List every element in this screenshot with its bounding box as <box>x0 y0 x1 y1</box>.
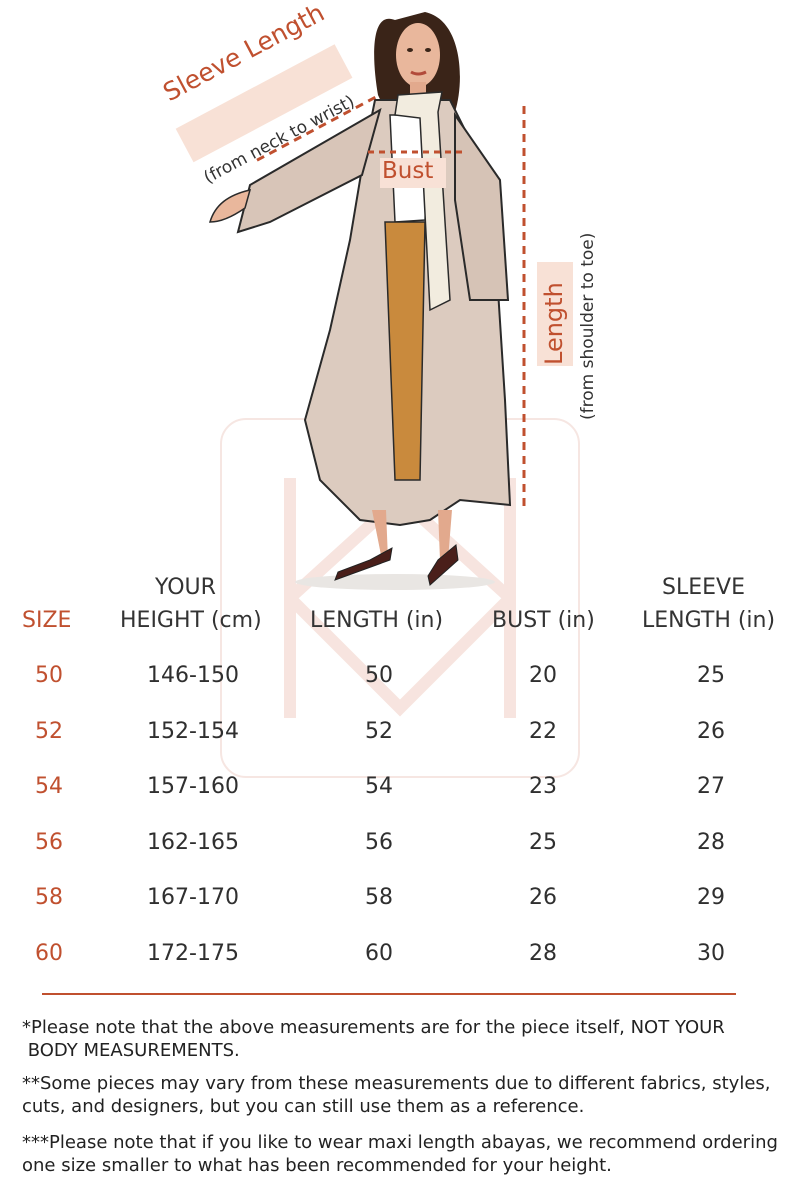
abaya-illustration <box>175 12 573 590</box>
size-cell: 50 <box>35 663 63 688</box>
height-cell: 172-175 <box>147 941 239 966</box>
header-height-line1: YOUR <box>155 575 216 600</box>
header-height-line2: HEIGHT (cm) <box>120 608 262 633</box>
length-label: Length <box>540 282 568 365</box>
height-cell: 167-170 <box>147 885 239 910</box>
sleeve-cell: 28 <box>697 830 725 855</box>
header-sleeve-line1: SLEEVE <box>662 575 745 600</box>
header-bust: BUST (in) <box>492 608 595 633</box>
header-length: LENGTH (in) <box>310 608 444 633</box>
note-3: ***Please note that if you like to wear … <box>22 1132 778 1176</box>
sleeve-cell: 30 <box>697 941 725 966</box>
height-cell: 157-160 <box>147 774 239 799</box>
bust-cell: 26 <box>529 885 557 910</box>
size-cell: 60 <box>35 941 63 966</box>
sleeve-cell: 26 <box>697 719 725 744</box>
bust-cell: 22 <box>529 719 557 744</box>
size-cell: 54 <box>35 774 63 799</box>
height-cell: 162-165 <box>147 830 239 855</box>
sleeve-cell: 29 <box>697 885 725 910</box>
size-cell: 52 <box>35 719 63 744</box>
length-cell: 54 <box>365 774 393 799</box>
length-cell: 58 <box>365 885 393 910</box>
ground-shadow <box>295 574 495 590</box>
bust-cell: 25 <box>529 830 557 855</box>
note-1-line-1: *Please note that the above measurements… <box>22 1017 725 1038</box>
height-cell: 146-150 <box>147 663 239 688</box>
height-cell: 152-154 <box>147 719 239 744</box>
bust-label: Bust <box>382 158 434 184</box>
size-cell: 58 <box>35 885 63 910</box>
divider-rule <box>42 993 736 995</box>
bust-cell: 20 <box>529 663 557 688</box>
bust-cell: 23 <box>529 774 557 799</box>
sleeve-cell: 25 <box>697 663 725 688</box>
note-2: **Some pieces may vary from these measur… <box>22 1073 771 1117</box>
bust-cell: 28 <box>529 941 557 966</box>
header-sleeve-line2: LENGTH (in) <box>642 608 776 633</box>
length-note: (from shoulder to toe) <box>578 232 598 420</box>
header-size: SIZE <box>22 608 72 633</box>
note-1-line-2: BODY MEASUREMENTS. <box>22 1040 240 1061</box>
sleeve-cell: 27 <box>697 774 725 799</box>
length-cell: 50 <box>365 663 393 688</box>
length-cell: 52 <box>365 719 393 744</box>
size-cell: 56 <box>35 830 63 855</box>
face <box>396 23 440 87</box>
length-cell: 60 <box>365 941 393 966</box>
length-cell: 56 <box>365 830 393 855</box>
